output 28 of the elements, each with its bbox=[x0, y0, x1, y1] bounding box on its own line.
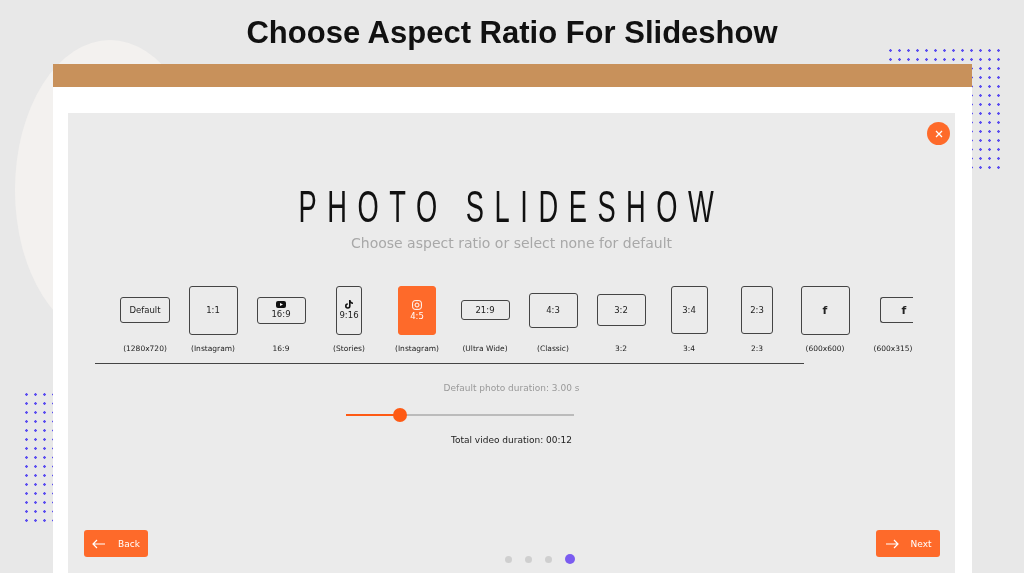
ratio-option[interactable]: 2:3 bbox=[741, 286, 773, 334]
subtitle: Choose aspect ratio or select none for default bbox=[351, 235, 672, 251]
ratio-option[interactable]: 21:9 bbox=[460, 300, 510, 320]
arrow-right-icon bbox=[884, 538, 899, 549]
ratio-option[interactable]: 3:4 bbox=[670, 286, 708, 334]
ratio-option[interactable]: Default bbox=[120, 297, 170, 323]
slider-thumb[interactable] bbox=[393, 408, 408, 422]
play-icon bbox=[276, 301, 286, 308]
total-duration: Total video duration: 00:12 bbox=[451, 435, 572, 445]
app-title: PHOTO SLIDESHOW bbox=[298, 183, 725, 231]
ratio-option[interactable]: f bbox=[880, 297, 913, 323]
ratio-option[interactable]: 16:9 bbox=[256, 296, 306, 324]
ratio-option[interactable]: 9:16 bbox=[336, 285, 362, 335]
ratio-option[interactable]: f bbox=[800, 285, 850, 335]
page-dot[interactable] bbox=[525, 555, 532, 563]
page-dot[interactable] bbox=[565, 554, 575, 564]
duration-label: Default photo duration: 3.00 s bbox=[443, 383, 580, 393]
ratio-option[interactable]: 4:3 bbox=[528, 292, 578, 328]
close-button[interactable] bbox=[927, 122, 950, 145]
page-dot[interactable] bbox=[545, 555, 552, 563]
page-dot[interactable] bbox=[505, 555, 512, 563]
close-icon bbox=[934, 129, 943, 138]
arrow-left-icon bbox=[92, 538, 107, 549]
ratio-option[interactable]: 3:2 bbox=[596, 294, 646, 326]
music-note-icon bbox=[345, 300, 353, 309]
ratio-option[interactable]: 1:1 bbox=[188, 285, 238, 335]
page-heading: Choose Aspect Ratio For Slideshow bbox=[245, 14, 779, 52]
camera-icon bbox=[412, 299, 422, 310]
